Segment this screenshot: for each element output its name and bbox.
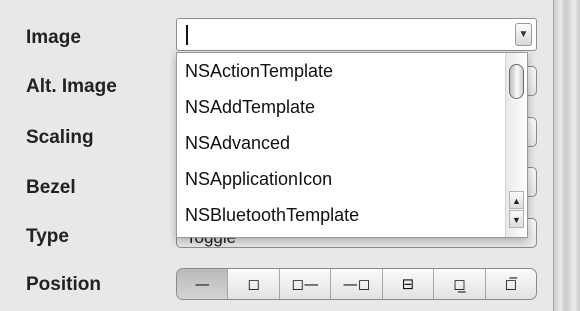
type-label: Type: [26, 226, 69, 247]
scrollbar-thumb[interactable]: [509, 64, 524, 99]
image-below-icon[interactable]: ◻̅: [486, 269, 536, 299]
text-only-icon[interactable]: —: [177, 269, 229, 299]
image-above-icon[interactable]: ◻̲: [434, 269, 486, 299]
combo-dropdown-button[interactable]: ▼: [515, 23, 532, 46]
scaling-label: Scaling: [26, 127, 94, 148]
image-combo-box[interactable]: ▼: [176, 18, 537, 51]
image-left-icon[interactable]: ◻—: [280, 269, 332, 299]
image-overlaps-icon[interactable]: ⊟: [383, 269, 435, 299]
dropdown-item[interactable]: NSAdvanced: [185, 133, 290, 154]
dropdown-item[interactable]: NSApplicationIcon: [185, 169, 332, 190]
scroll-up-arrow-icon[interactable]: ▲: [509, 191, 524, 209]
position-label: Position: [26, 274, 101, 295]
image-only-icon[interactable]: ◻: [228, 269, 280, 299]
dropdown-item[interactable]: NSActionTemplate: [185, 61, 333, 82]
image-label: Image: [26, 27, 81, 48]
alt-image-label: Alt. Image: [26, 76, 117, 97]
inspector-edge: [553, 0, 580, 311]
attributes-panel: Image ▼ Alt. Image Scaling Bezel Type To…: [0, 0, 553, 311]
scroll-down-arrow-icon[interactable]: ▼: [509, 210, 524, 228]
image-dropdown-list[interactable]: NSActionTemplate NSAddTemplate NSAdvance…: [176, 52, 528, 238]
dropdown-scrollbar[interactable]: ▲ ▼: [505, 53, 527, 237]
dropdown-item[interactable]: NSBluetoothTemplate: [185, 205, 359, 226]
dropdown-item[interactable]: NSAddTemplate: [185, 97, 315, 118]
bezel-label: Bezel: [26, 177, 76, 198]
position-segmented-control[interactable]: — ◻ ◻— —◻ ⊟ ◻̲ ◻̅: [176, 268, 537, 300]
image-right-icon[interactable]: —◻: [331, 269, 383, 299]
text-caret: [186, 25, 188, 45]
